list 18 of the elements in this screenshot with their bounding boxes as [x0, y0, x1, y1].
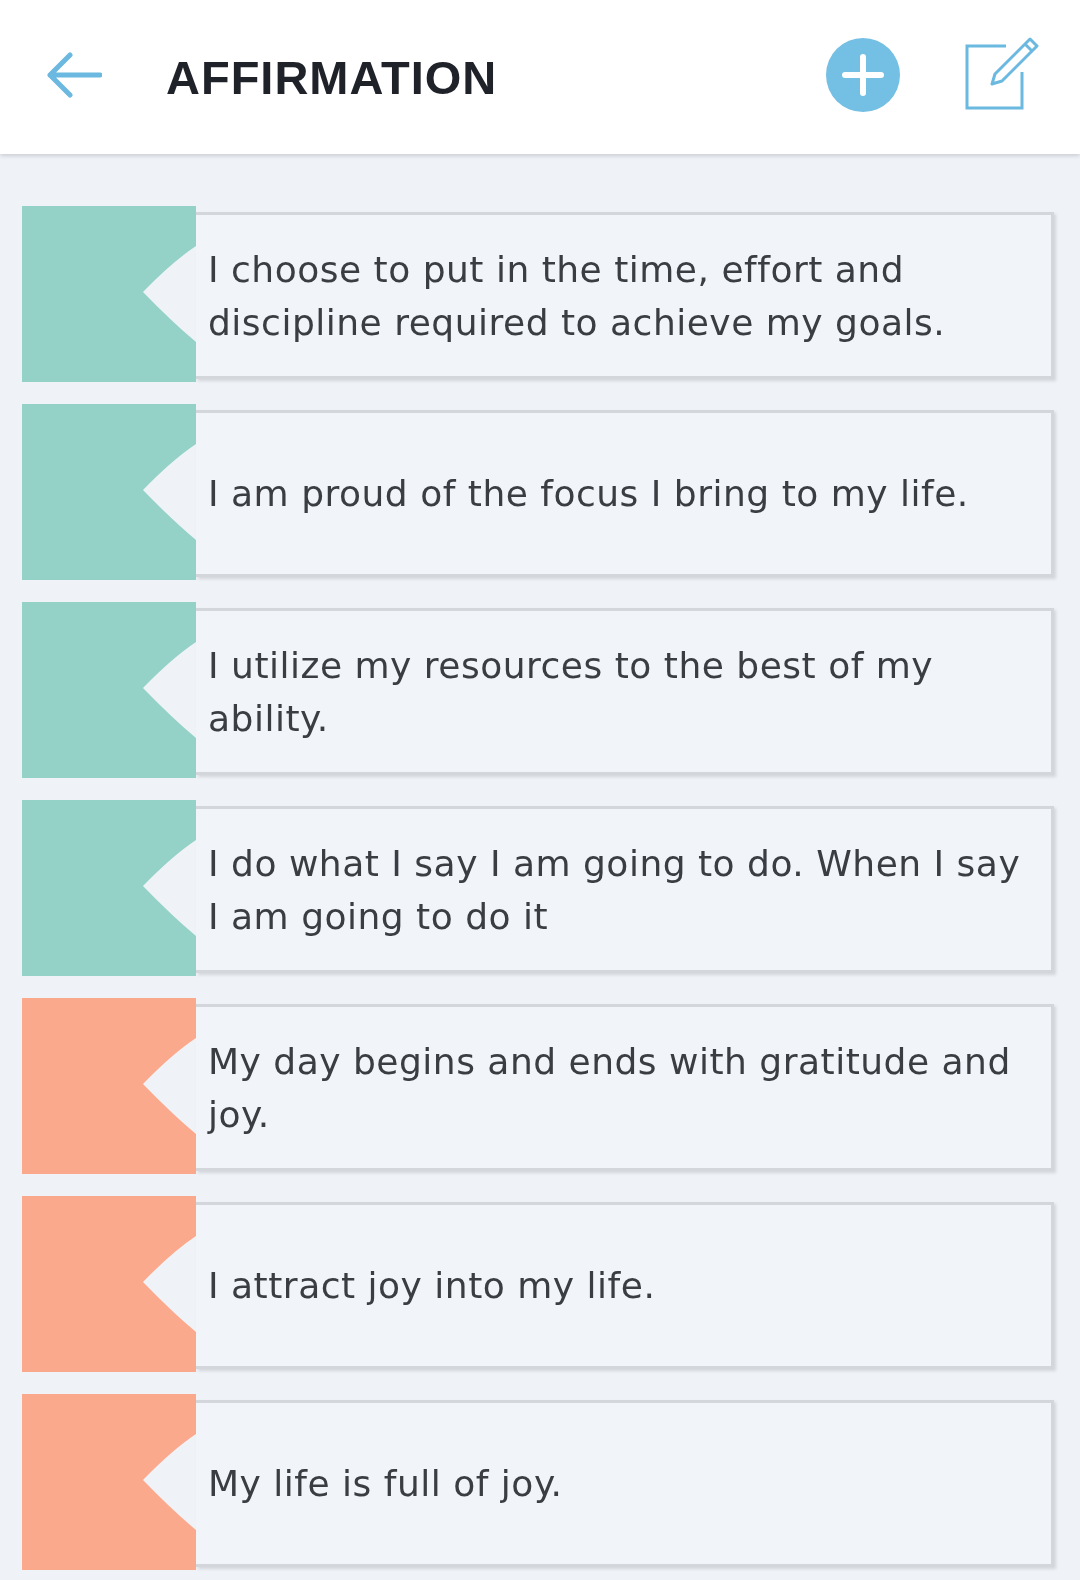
affirmation-text: My day begins and ends with gratitude and joy. [208, 1039, 1012, 1137]
edit-icon[interactable] [964, 36, 1040, 110]
affirmation-card[interactable]: I attract joy into my life. [196, 1202, 1054, 1369]
affirmation-text: I am proud of the focus I bring to my life. [208, 472, 969, 516]
back-arrow-icon[interactable] [46, 52, 102, 98]
affirmation-text: I utilize my resources to the best of my ability. [208, 643, 935, 741]
affirmation-card[interactable]: I do what I say I am going to do. When I say I am going to do it [196, 806, 1054, 973]
affirmation-text: I do what I say I am going to do. When I say I am going to do it [208, 841, 1022, 939]
affirmation-card[interactable]: I am proud of the focus I bring to my life. [196, 410, 1054, 577]
affirmation-card[interactable]: My life is full of joy. [196, 1400, 1054, 1567]
add-icon[interactable] [826, 38, 900, 112]
affirmation-card[interactable]: I utilize my resources to the best of my ability. [196, 608, 1054, 775]
affirmation-card[interactable]: My day begins and ends with gratitude and joy. [196, 1004, 1054, 1171]
affirmation-text: My life is full of joy. [208, 1462, 563, 1506]
page-title: AFFIRMATION [166, 49, 499, 105]
affirmation-card[interactable]: I choose to put in the time, effort and discipline required to achieve my goals. [196, 212, 1054, 379]
affirmation-text: I choose to put in the time, effort and discipline required to achieve my goals. [208, 247, 947, 345]
affirmation-text: I attract joy into my life. [208, 1264, 656, 1308]
